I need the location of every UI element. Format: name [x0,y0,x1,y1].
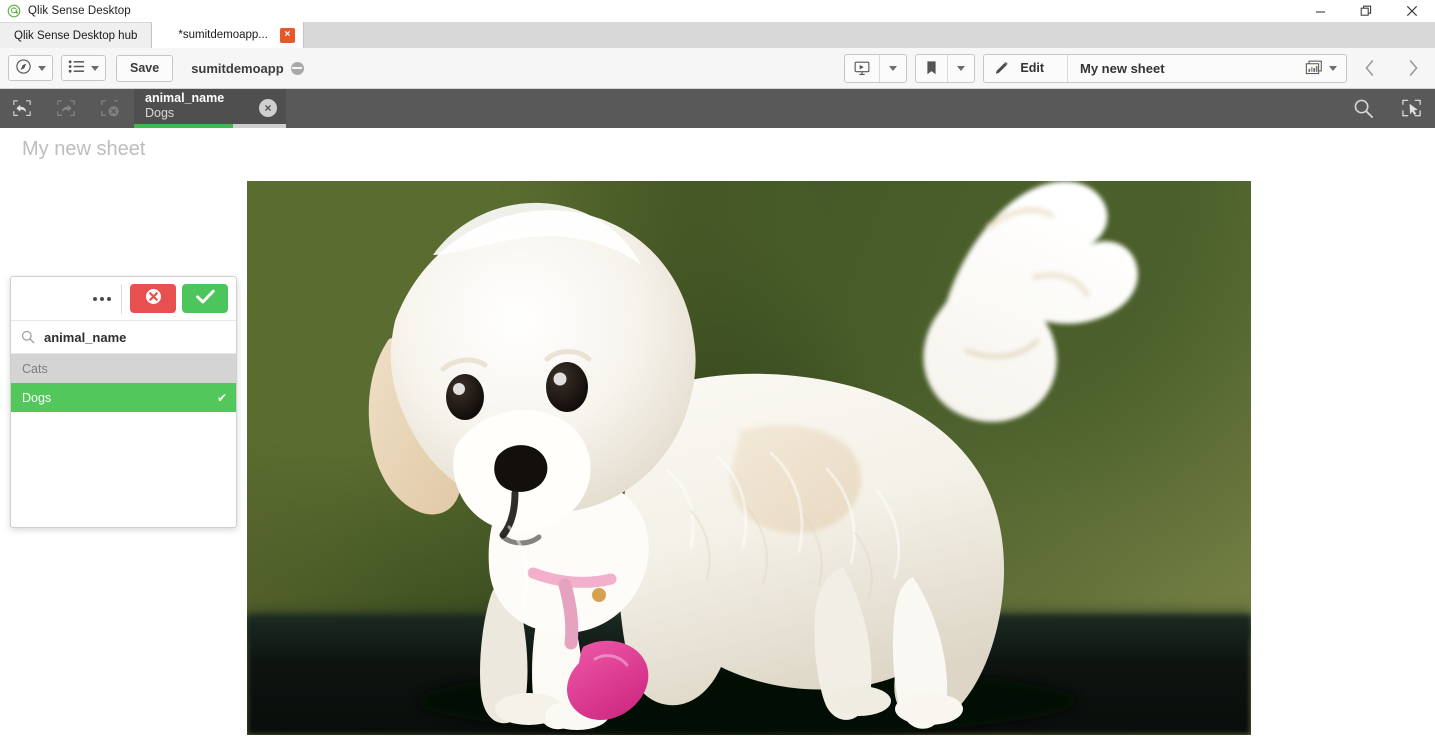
storytelling-button-group[interactable] [844,53,908,83]
tab-sumitdemoapp[interactable]: *sumitdemoapp... × [152,22,304,48]
selections-bar: animal_name Dogs × [0,89,1435,128]
chevron-down-icon [889,65,898,71]
tab-qlik-sense-desktop-hub[interactable]: Qlik Sense Desktop hub [0,23,153,48]
app-toolbar: Save sumitdemoapp Edit My new sheet [0,48,1435,89]
listbox-search-row[interactable]: animal_name [11,321,236,354]
selection-chip-close-icon[interactable]: × [259,99,277,117]
selections-bar-right [1339,89,1435,128]
storytelling-icon[interactable] [845,55,879,82]
selection-popup-header [11,277,236,321]
list-item-label: Dogs [22,390,52,405]
close-icon[interactable] [1389,0,1435,22]
next-sheet-button[interactable] [1391,55,1435,82]
window-title: Qlik Sense Desktop [28,5,131,17]
cancel-selection-button[interactable] [130,284,176,313]
divider [121,283,122,314]
edit-and-sheet-group: Edit My new sheet [983,53,1347,83]
qlik-sense-desktop-window: Qlik Sense Desktop Qlik Sense Desktop hu… [0,0,1435,748]
app-name-label: sumitdemoapp [191,60,284,76]
current-sheet-name[interactable]: My new sheet [1068,55,1296,82]
tabstrip-empty-area [303,23,1435,48]
tab-label: *sumitdemoapp... [178,29,268,41]
qlik-logo-icon [7,4,21,18]
step-forward-icon[interactable] [44,89,88,128]
bookmark-icon[interactable] [916,55,947,82]
clear-all-selections-icon[interactable] [88,89,132,128]
navigation-menu-button[interactable] [8,55,53,81]
selection-listbox-popup: animal_name Cats Dogs ✔ [10,276,237,528]
selections-tool-icon[interactable] [1387,89,1435,128]
listbox-values: Cats Dogs ✔ [11,354,236,527]
bookmarks-button-group[interactable] [915,53,976,83]
search-icon [21,330,35,344]
page-title: My new sheet [22,138,146,160]
cancel-selection-icon [144,287,163,311]
compass-navigation-icon [15,58,32,78]
confirm-selection-button[interactable] [182,284,228,313]
window-controls [1297,0,1435,22]
window-titlebar: Qlik Sense Desktop [0,0,1435,22]
pencil-edit-icon [993,60,1010,77]
selection-field-value: Dogs [145,105,175,120]
search-icon[interactable] [1339,89,1387,128]
listbox-field-name: animal_name [44,329,127,345]
sheet-thumbnail-icon[interactable] [1296,55,1346,82]
chevron-down-icon [91,65,99,71]
dog-photo [247,181,1251,735]
confirm-selection-icon [195,288,216,310]
selection-field-name: animal_name [145,91,225,105]
edit-button[interactable]: Edit [984,55,1067,82]
sheet-canvas: My new sheet animal_name Cats Dogs ✔ [0,128,1435,748]
chevron-down-icon [38,65,46,71]
selection-chip-texts: animal_name Dogs [145,91,225,120]
overflow-menu-icon[interactable] [85,284,119,314]
previous-sheet-button[interactable] [1347,55,1391,82]
list-item-label: Cats [22,361,48,376]
edit-label: Edit [1020,61,1044,75]
puppy-illustration [247,181,1251,735]
step-back-icon[interactable] [0,89,44,128]
list-item[interactable]: Cats [11,354,236,383]
minimize-icon[interactable] [1297,0,1343,22]
save-button[interactable]: Save [116,54,174,82]
restore-icon[interactable] [1343,0,1389,22]
list-item[interactable]: Dogs ✔ [11,383,236,412]
browser-tab-strip: Qlik Sense Desktop hub *sumitdemoapp... … [0,22,1435,48]
chevron-down-icon [1329,65,1337,71]
photo-content [247,181,1251,735]
toolbar-right-group: Edit My new sheet [844,48,1435,89]
bookmarks-dropdown[interactable] [948,55,974,82]
selection-chip-animal-name[interactable]: animal_name Dogs × [134,89,286,128]
published-app-icon [290,61,304,75]
sheet-list-icon [68,59,85,77]
tab-label: Qlik Sense Desktop hub [14,29,138,42]
tab-close-icon[interactable]: × [279,27,295,43]
selected-check-icon: ✔ [216,390,227,405]
sheets-menu-button[interactable] [61,55,106,81]
storytelling-dropdown[interactable] [880,55,906,82]
chevron-down-icon [957,65,966,71]
app-name-title: sumitdemoapp [191,60,304,76]
